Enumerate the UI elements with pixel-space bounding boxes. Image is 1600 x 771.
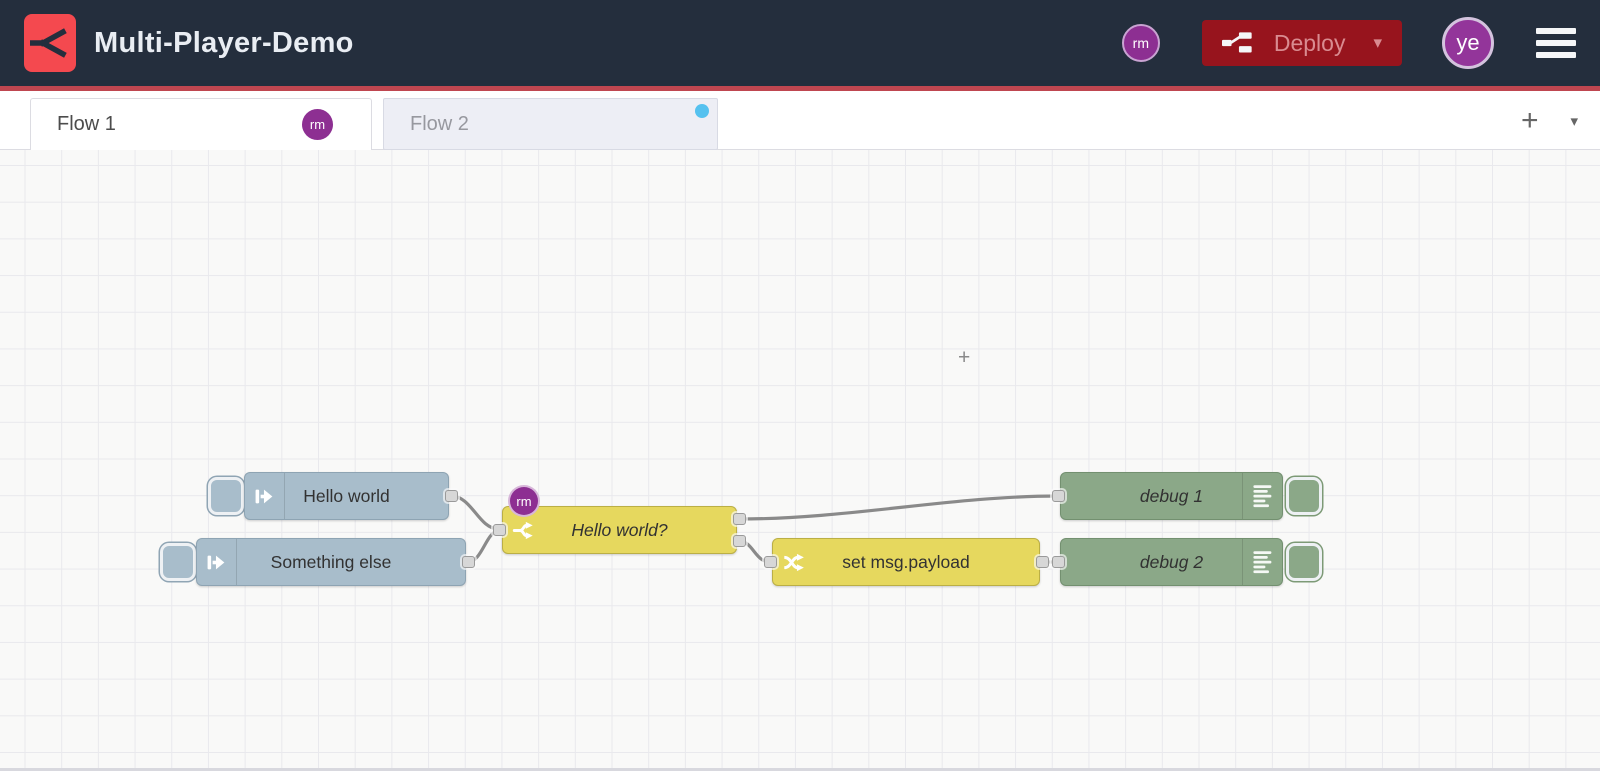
flow-canvas[interactable]: Hello world Something else Hello world? … [0,150,1600,771]
tab-flow-2[interactable]: Flow 2 [383,98,718,150]
wire-layer [449,494,1060,564]
node-label: set msg.payload [842,551,970,572]
debug-list-icon [1242,473,1282,519]
deploy-label: Deploy [1273,29,1346,56]
tab-list-caret-icon[interactable]: ▾ [1570,112,1578,130]
hamburger-icon [1536,28,1576,34]
crosshair-cursor: + [958,346,971,369]
port-in-change[interactable] [764,556,777,568]
node-debug-1[interactable]: debug 1 [1060,472,1283,520]
node-switch-hello-world[interactable]: Hello world? [502,506,737,554]
header-actions: rm Deploy ▾ ye [1121,17,1576,69]
node-label: Hello world [303,485,390,506]
add-flow-button[interactable]: + [1521,105,1539,136]
deploy-caret-icon[interactable]: ▾ [1373,33,1382,53]
user-avatar-initials: ye [1456,30,1480,55]
tab-flow-1-label: Flow 1 [57,113,116,135]
deploy-button[interactable]: Deploy ▾ [1201,20,1402,66]
node-label: Something else [270,551,392,572]
port-out-switch-2[interactable] [733,535,746,547]
node-label: Hello world? [571,519,668,540]
port-out-switch-1[interactable] [733,513,746,525]
port-in-switch[interactable] [493,524,506,536]
deploy-icon [1221,31,1258,55]
tab-flow-2-label: Flow 2 [410,112,469,135]
port-out-change[interactable] [1036,556,1049,568]
tab-actions: + ▾ [1521,91,1600,150]
presence-badge-initials: rm [1132,35,1149,51]
node-inject-hello-world[interactable]: Hello world [244,472,449,520]
node-change-set-payload[interactable]: set msg.payload [772,538,1040,586]
wire-switch-debug1 [737,494,1060,521]
presence-badge[interactable]: rm [1121,24,1160,62]
inject-arrow-icon [197,539,237,585]
debug-toggle-button[interactable] [1286,543,1322,581]
editing-user-badge: rm [508,485,540,517]
debug-list-icon [1242,539,1282,585]
inject-trigger-button[interactable] [160,543,196,581]
flow-tab-bar: Flow 1 rm Flow 2 + ▾ [0,91,1600,150]
port-in-debug1[interactable] [1052,490,1065,502]
tab-flow-1[interactable]: Flow 1 rm [30,98,372,150]
node-label: debug 2 [1139,551,1204,572]
change-shuffle-icon [773,539,813,585]
inject-trigger-button[interactable] [208,477,244,515]
page-title: Multi-Player-Demo [94,26,354,59]
main-menu-button[interactable] [1536,28,1576,58]
port-out-inject1[interactable] [445,490,458,502]
activity-dot [695,104,709,118]
app-logo-icon[interactable] [24,14,76,72]
node-inject-something-else[interactable]: Something else [196,538,466,586]
node-label: debug 1 [1139,485,1204,506]
inject-arrow-icon [245,473,285,519]
header-bar: Multi-Player-Demo rm Deploy ▾ ye [0,0,1600,86]
debug-toggle-button[interactable] [1286,477,1322,515]
node-debug-2[interactable]: debug 2 [1060,538,1283,586]
tab-flow-1-presence-badge: rm [302,109,333,140]
port-in-debug2[interactable] [1052,556,1065,568]
wire-inject1-switch [449,494,500,531]
port-out-inject2[interactable] [462,556,475,568]
user-avatar[interactable]: ye [1442,17,1494,69]
